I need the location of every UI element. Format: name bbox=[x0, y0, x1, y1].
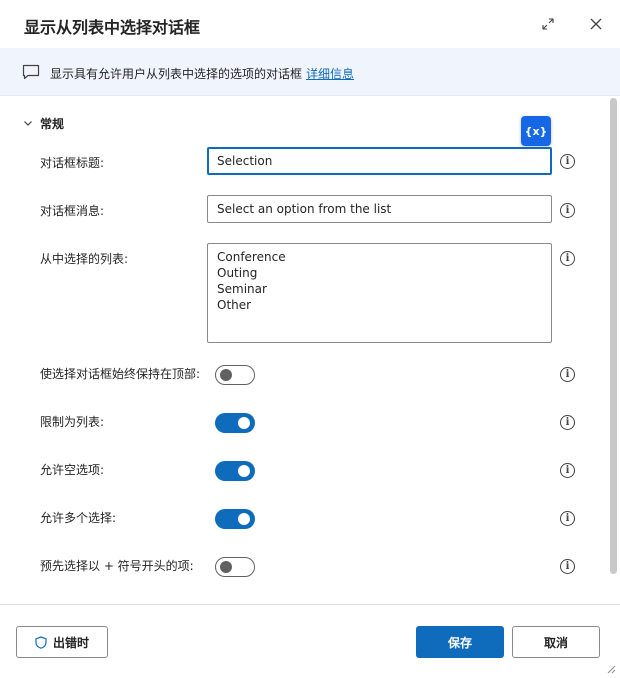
limit-to-list-label: 限制为列表: bbox=[40, 415, 105, 429]
info-icon[interactable]: i bbox=[560, 154, 575, 169]
insert-variable-button[interactable]: {x} bbox=[521, 116, 551, 146]
close-icon bbox=[590, 18, 602, 30]
allow-multiple-label: 允许多个选择: bbox=[40, 511, 117, 525]
footer-divider bbox=[0, 604, 620, 605]
dialog-title-input[interactable]: Selection bbox=[207, 147, 552, 175]
allow-empty-label: 允许空选项: bbox=[40, 463, 105, 477]
dialog-title: 显示从列表中选择对话框 bbox=[24, 18, 201, 37]
cancel-button[interactable]: 取消 bbox=[512, 626, 600, 658]
scrollbar[interactable] bbox=[610, 98, 617, 574]
expand-icon bbox=[542, 18, 554, 30]
list-item: Outing bbox=[217, 266, 258, 280]
allow-multiple-toggle[interactable] bbox=[215, 509, 255, 529]
keep-on-top-label: 使选择对话框始终保持在顶部: bbox=[40, 367, 201, 381]
keep-on-top-toggle[interactable] bbox=[215, 365, 255, 385]
list-item: Other bbox=[217, 298, 252, 312]
limit-to-list-toggle[interactable] bbox=[215, 413, 255, 433]
list-item: Seminar bbox=[217, 282, 267, 296]
list-textarea[interactable]: Conference Outing Seminar Other bbox=[207, 243, 552, 343]
list-label: 从中选择的列表: bbox=[40, 252, 129, 266]
list-item: Conference bbox=[217, 250, 286, 264]
preselect-plus-label: 预先选择以 + 符号开头的项: bbox=[40, 559, 194, 573]
dialog-title-label: 对话框标题: bbox=[40, 156, 105, 170]
info-icon[interactable]: i bbox=[560, 415, 575, 430]
shield-icon bbox=[35, 635, 47, 649]
title-bar: 显示从列表中选择对话框 bbox=[0, 0, 620, 48]
preselect-plus-toggle[interactable] bbox=[215, 557, 255, 577]
banner-description: 显示具有允许用户从列表中选择的选项的对话框 bbox=[50, 67, 303, 81]
save-button[interactable]: 保存 bbox=[416, 626, 504, 658]
comment-icon bbox=[22, 64, 40, 80]
info-icon[interactable]: i bbox=[560, 203, 575, 218]
resize-grip-icon[interactable] bbox=[604, 662, 616, 674]
toggle-knob bbox=[238, 513, 250, 525]
section-header-general[interactable]: 常规 bbox=[22, 114, 64, 132]
banner-text: 显示具有允许用户从列表中选择的选项的对话框 详细信息 bbox=[50, 65, 354, 82]
dialog-message-label: 对话框消息: bbox=[40, 204, 105, 218]
toggle-knob bbox=[220, 561, 232, 573]
info-icon[interactable]: i bbox=[560, 463, 575, 478]
info-icon[interactable]: i bbox=[560, 511, 575, 526]
on-error-button[interactable]: 出错时 bbox=[16, 626, 108, 658]
section-title: 常规 bbox=[40, 116, 65, 131]
toggle-knob bbox=[220, 369, 232, 381]
chevron-down-icon bbox=[24, 121, 32, 126]
info-icon[interactable]: i bbox=[560, 367, 575, 382]
allow-empty-toggle[interactable] bbox=[215, 461, 255, 481]
info-banner: 显示具有允许用户从列表中选择的选项的对话框 详细信息 bbox=[0, 48, 620, 96]
info-icon[interactable]: i bbox=[560, 559, 575, 574]
on-error-label: 出错时 bbox=[52, 635, 89, 650]
expand-button[interactable] bbox=[538, 14, 558, 34]
select-from-list-dialog: 显示从列表中选择对话框 显示具有允许用户从列表中选择的选项的对话框 详细信息 常规… bbox=[0, 0, 620, 678]
info-icon[interactable]: i bbox=[560, 251, 575, 266]
close-button[interactable] bbox=[586, 14, 606, 34]
more-info-link[interactable]: 详细信息 bbox=[306, 67, 354, 81]
dialog-message-input[interactable]: Select an option from the list bbox=[207, 195, 552, 223]
toggle-knob bbox=[238, 465, 250, 477]
toggle-knob bbox=[238, 417, 250, 429]
